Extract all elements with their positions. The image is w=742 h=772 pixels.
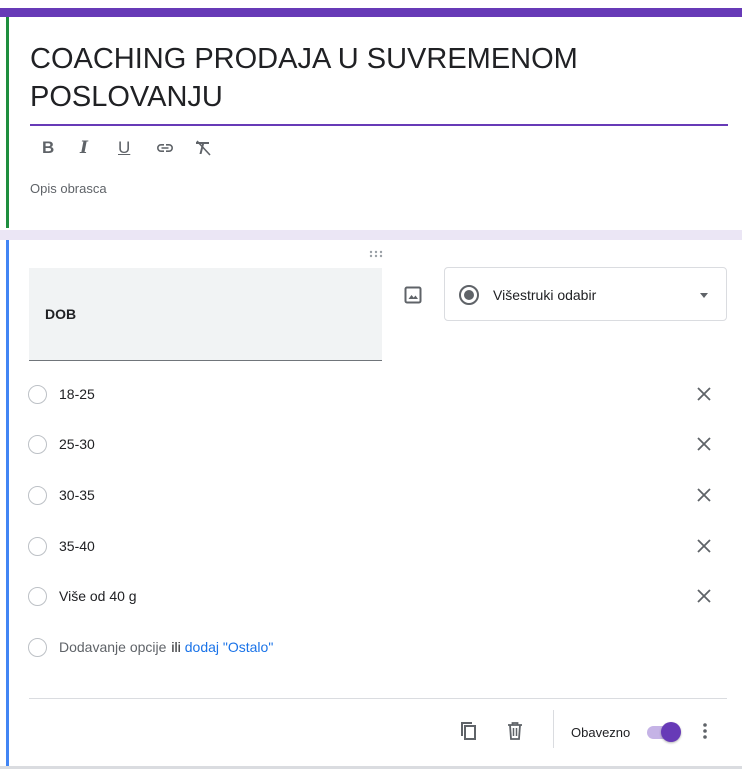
required-label: Obavezno — [571, 725, 631, 740]
page-background-band — [0, 230, 742, 240]
remove-option-icon[interactable] — [693, 484, 715, 506]
header-card-accent — [6, 17, 9, 228]
form-description[interactable]: Opis obrasca — [30, 181, 107, 196]
remove-option-icon[interactable] — [693, 433, 715, 455]
option-label[interactable]: Više od 40 g — [59, 588, 137, 604]
formatting-toolbar: B I U — [36, 134, 226, 162]
required-toggle[interactable] — [645, 722, 681, 742]
option-row[interactable]: 18-25 — [28, 380, 718, 410]
option-row[interactable]: 30-35 — [28, 481, 718, 511]
question-card: DOB Višestruki odabir 18-25 25-30 30-35 … — [0, 240, 742, 772]
card-bottom-edge — [0, 766, 742, 769]
bold-button[interactable]: B — [36, 134, 74, 162]
toggle-knob — [661, 722, 681, 742]
radio-circle-icon — [28, 486, 47, 505]
option-row[interactable]: 35-40 — [28, 532, 718, 562]
radio-circle-icon — [28, 537, 47, 556]
underline-button[interactable]: U — [112, 134, 150, 162]
add-option-row: Dodavanje opcije ili dodaj "Ostalo" — [28, 633, 718, 663]
add-option-line: Dodavanje opcije ili dodaj "Ostalo" — [59, 639, 273, 655]
question-title: DOB — [45, 306, 77, 322]
radio-circle-icon — [28, 435, 47, 454]
option-label[interactable]: 18-25 — [59, 386, 95, 402]
footer-separator — [553, 710, 554, 748]
active-card-accent — [6, 240, 9, 766]
option-row[interactable]: Više od 40 g — [28, 582, 718, 612]
question-title-field[interactable]: DOB — [29, 268, 382, 361]
option-row[interactable]: 25-30 — [28, 430, 718, 460]
dropdown-arrow-icon — [700, 293, 708, 298]
more-options-icon[interactable] — [695, 720, 715, 742]
clear-format-icon[interactable] — [188, 134, 226, 162]
add-other-link[interactable]: dodaj "Ostalo" — [185, 639, 274, 655]
italic-button[interactable]: I — [74, 134, 112, 162]
delete-icon[interactable] — [504, 720, 526, 742]
or-text: ili — [171, 639, 181, 655]
remove-option-icon[interactable] — [693, 585, 715, 607]
radio-circle-icon — [28, 587, 47, 606]
drag-handle-icon[interactable] — [369, 250, 383, 259]
form-header-card: COACHING PRODAJA U SUVREMENOM POSLOVANJU… — [0, 0, 742, 230]
option-label[interactable]: 35-40 — [59, 538, 95, 554]
theme-color-bar — [0, 8, 742, 17]
option-label[interactable]: 25-30 — [59, 436, 95, 452]
duplicate-icon[interactable] — [458, 720, 480, 742]
add-image-icon[interactable] — [402, 284, 424, 306]
form-title[interactable]: COACHING PRODAJA U SUVREMENOM POSLOVANJU — [30, 40, 730, 116]
title-underline — [30, 124, 728, 126]
add-option-button[interactable]: Dodavanje opcije — [59, 639, 166, 655]
radio-button-icon — [459, 285, 479, 305]
radio-circle-icon — [28, 638, 47, 657]
question-type-dropdown[interactable]: Višestruki odabir — [444, 267, 727, 321]
remove-option-icon[interactable] — [693, 535, 715, 557]
link-icon[interactable] — [150, 134, 188, 162]
footer-divider — [29, 698, 727, 699]
question-type-label: Višestruki odabir — [493, 287, 597, 303]
option-label[interactable]: 30-35 — [59, 487, 95, 503]
radio-circle-icon — [28, 385, 47, 404]
remove-option-icon[interactable] — [693, 383, 715, 405]
